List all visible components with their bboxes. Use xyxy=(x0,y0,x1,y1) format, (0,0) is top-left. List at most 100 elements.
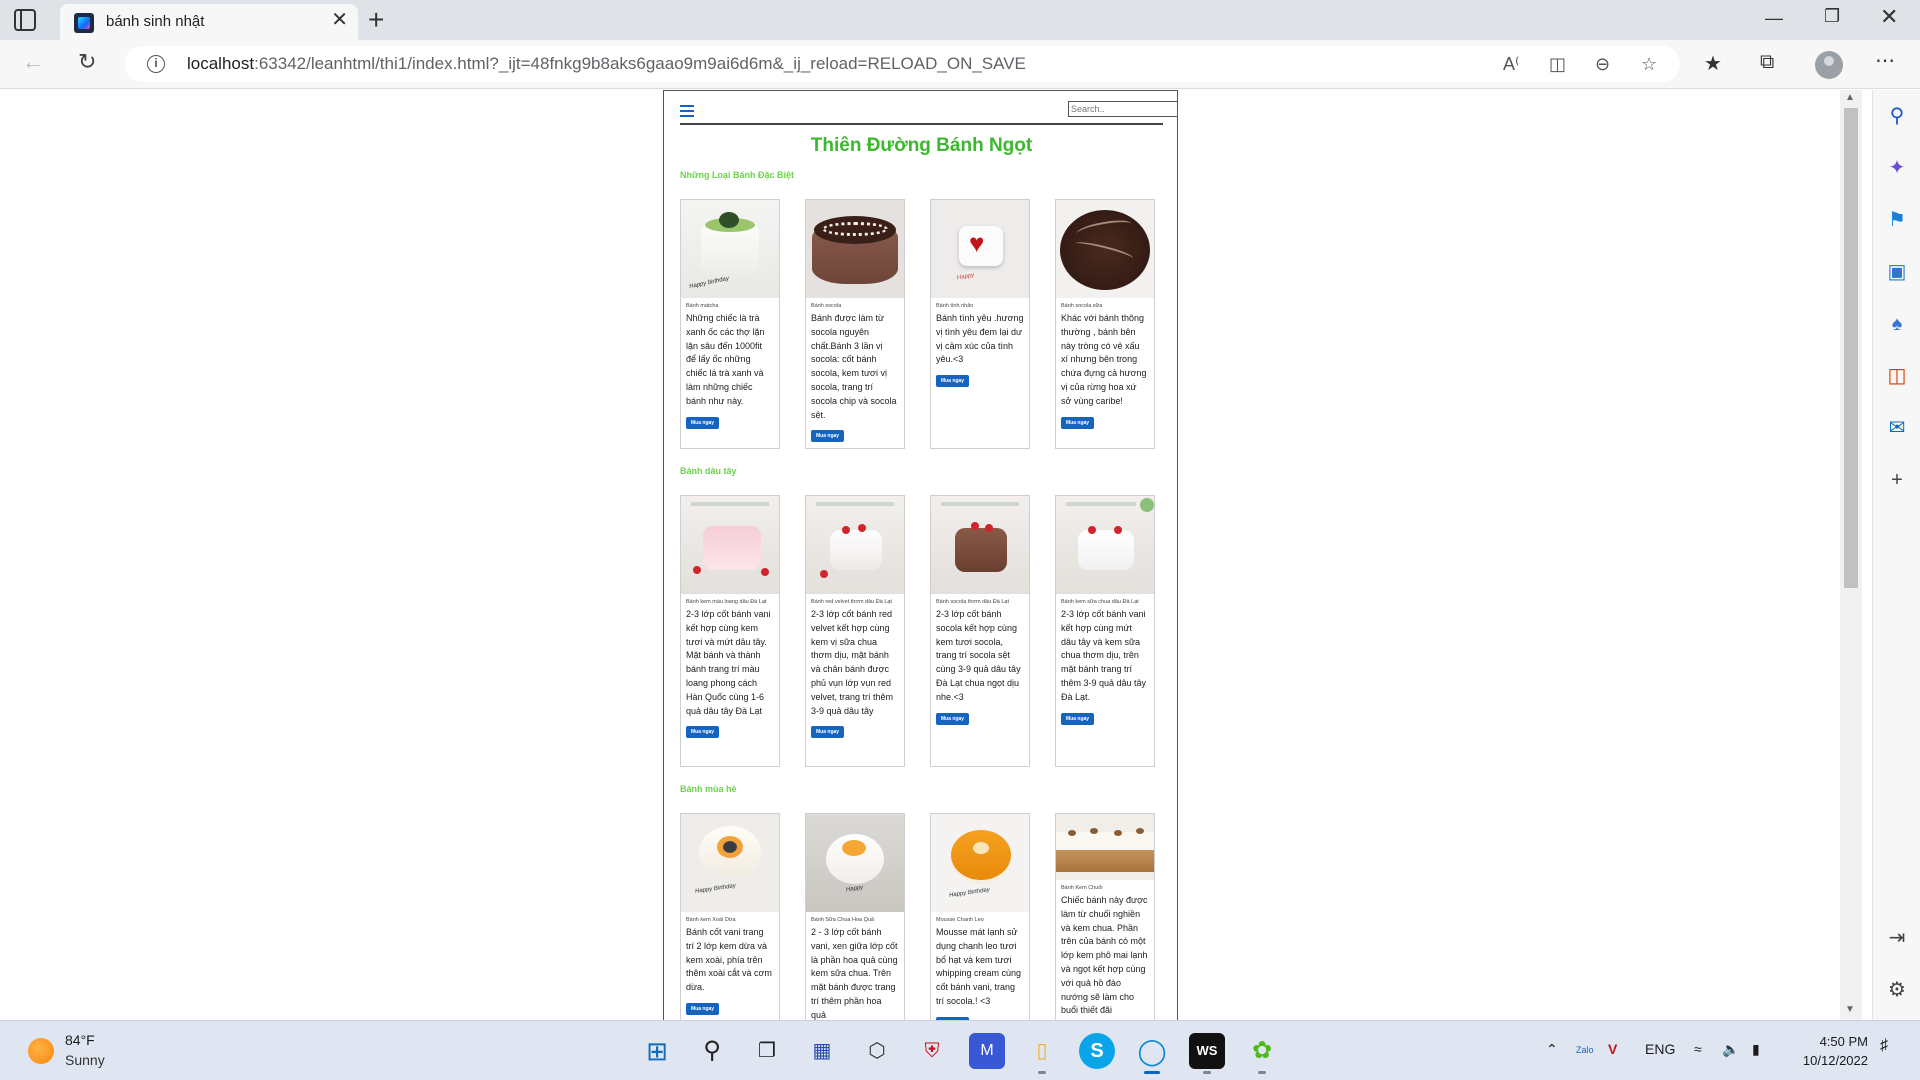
page-header xyxy=(680,101,1178,125)
tools-briefcase-icon[interactable]: ▣ xyxy=(1885,260,1909,284)
add-favorite-icon[interactable]: ☆ xyxy=(1641,54,1657,75)
office-icon[interactable]: ◫ xyxy=(1885,364,1909,388)
greenshot-icon[interactable]: ✿ xyxy=(1244,1033,1280,1074)
product-card: Bánh socola Bánh được làm từ socola nguy… xyxy=(805,199,905,449)
buy-now-button[interactable]: Mua ngay xyxy=(1061,416,1095,429)
card-name: Bánh kem Xoài Dừa xyxy=(686,917,736,923)
collections-icon[interactable]: ⧉ xyxy=(1760,51,1774,74)
chocolate-cake-image xyxy=(806,200,904,298)
browser-tab[interactable]: bánh sinh nhật ✕ xyxy=(60,4,358,40)
games-icon[interactable]: ♠ xyxy=(1885,312,1909,336)
buy-now-button[interactable]: Mua ngay xyxy=(686,726,720,739)
card-description: Những chiếc là trà xanh ốc các thợ lặn l… xyxy=(686,313,765,406)
card-description: 2-3 lớp cốt bánh vani kết hợp cùng kem t… xyxy=(686,609,771,716)
section-title: Bánh mùa hè xyxy=(680,784,737,794)
card-name: Bánh matcha xyxy=(686,303,719,309)
clock-date: 10/12/2022 xyxy=(1802,1053,1868,1068)
card-name: Bánh Kem Chuối xyxy=(1061,885,1103,891)
card-name: Bánh red velvet thơm dâu Đà Lạt xyxy=(811,599,892,605)
info-icon[interactable]: i xyxy=(147,55,165,73)
shopping-tag-icon[interactable]: ⚑ xyxy=(1885,208,1909,232)
close-tab-icon[interactable]: ✕ xyxy=(331,10,348,30)
buy-now-button[interactable]: Mua ngay xyxy=(686,416,720,429)
task-view-icon[interactable]: ❐ xyxy=(749,1033,785,1069)
new-tab-button[interactable]: + xyxy=(368,4,384,36)
product-card: Bánh kem sữa chua dâu Đà Lạt 2-3 lớp cốt… xyxy=(1055,495,1155,767)
search-input[interactable] xyxy=(1068,101,1178,117)
weather-condition[interactable]: Sunny xyxy=(65,1052,105,1068)
page-container: Thiên Đường Bánh Ngọt Những Loại Bánh Đặ… xyxy=(663,90,1178,1020)
edge-browser-icon[interactable]: ◯ xyxy=(1134,1033,1170,1074)
favorites-icon[interactable]: ★ xyxy=(1704,51,1722,76)
copilot-icon[interactable]: ✦ xyxy=(1885,156,1909,180)
buy-now-button[interactable]: Mua ngay xyxy=(936,375,970,388)
mcafee-tray-icon[interactable]: V xyxy=(1608,1041,1617,1057)
buy-now-button[interactable]: Mua ngay xyxy=(811,726,845,739)
browser-tab-bar: bánh sinh nhật ✕ + — ❐ ✕ xyxy=(0,0,1920,40)
buy-now-button[interactable]: Mua ngay xyxy=(811,430,845,443)
settings-gear-icon[interactable]: ⚙ xyxy=(1885,978,1909,1002)
read-aloud-icon[interactable]: A⁽ xyxy=(1503,54,1519,75)
wifi-icon[interactable]: ≈ xyxy=(1694,1041,1702,1057)
page-scrollbar[interactable]: ▲ ▼ xyxy=(1840,90,1862,1020)
taskbar-search-icon[interactable]: ⚲ xyxy=(694,1033,730,1069)
weather-temperature[interactable]: 84°F xyxy=(65,1032,95,1048)
product-card: Happy Bánh Sữa Chua Hoa Quả 2 - 3 lớp cố… xyxy=(805,813,905,1020)
scroll-down-icon[interactable]: ▼ xyxy=(1845,1004,1855,1015)
language-indicator[interactable]: ENG xyxy=(1645,1041,1675,1057)
buy-now-button[interactable]: Mua ngay xyxy=(936,712,970,725)
product-card: Happy birthday Bánh matcha Những chiếc l… xyxy=(680,199,780,449)
clock-time: 4:50 PM xyxy=(1819,1034,1868,1049)
immersive-reader-icon[interactable]: ◫ xyxy=(1549,54,1566,75)
url-text[interactable]: localhost:63342/leanhtml/thi1/index.html… xyxy=(187,54,1026,74)
card-description: Bánh cốt vani trang trí 2 lớp kem dừa và… xyxy=(686,927,772,993)
restore-icon[interactable]: ❐ xyxy=(1824,6,1840,27)
outlook-icon[interactable]: ✉ xyxy=(1885,416,1909,440)
refresh-icon[interactable]: ↻ xyxy=(78,49,96,75)
webstorm-icon[interactable]: WS xyxy=(1189,1033,1225,1074)
search-icon[interactable]: ⚲ xyxy=(1885,104,1909,128)
minimize-icon[interactable]: — xyxy=(1765,8,1783,29)
hamburger-menu-icon[interactable] xyxy=(680,105,694,117)
skype-icon[interactable]: S xyxy=(1079,1033,1115,1069)
visual-studio-app-icon[interactable]: M xyxy=(969,1033,1005,1069)
show-hidden-icons-icon[interactable]: ⌃ xyxy=(1546,1041,1558,1058)
matcha-cake-image: Happy birthday xyxy=(681,200,779,298)
close-window-icon[interactable]: ✕ xyxy=(1880,4,1898,30)
address-bar[interactable]: i localhost:63342/leanhtml/thi1/index.ht… xyxy=(125,46,1680,82)
more-options-icon[interactable]: ⋯ xyxy=(1875,48,1895,73)
scroll-thumb[interactable] xyxy=(1844,108,1858,588)
product-card: Bánh Kem Chuối Chiếc bánh này được làm t… xyxy=(1055,813,1155,1020)
site-title: Thiên Đường Bánh Ngọt xyxy=(810,135,1033,156)
volume-icon[interactable]: 🔈 xyxy=(1722,1041,1739,1058)
tab-actions-icon[interactable] xyxy=(14,9,36,31)
yogurt-strawberry-cake-image xyxy=(1056,496,1154,594)
banana-cake-image xyxy=(1056,814,1154,880)
zoom-out-icon[interactable]: ⊖ xyxy=(1595,54,1610,75)
unity-icon[interactable]: ⬡ xyxy=(859,1033,895,1069)
weather-sun-icon[interactable] xyxy=(28,1038,54,1064)
section-title: Những Loại Bánh Đặc Biệt xyxy=(680,170,795,180)
card-description: Mousse mát lạnh sử dụng chanh leo tươi b… xyxy=(936,927,1022,1006)
mcafee-icon[interactable]: ⛨ xyxy=(914,1033,950,1069)
system-clock[interactable]: 4:50 PM 10/12/2022 xyxy=(1778,1032,1868,1070)
file-explorer-icon[interactable]: ▯ xyxy=(1024,1033,1060,1074)
profile-avatar[interactable] xyxy=(1815,51,1843,79)
start-menu-icon[interactable]: ⊞ xyxy=(639,1033,675,1069)
buy-now-button[interactable]: Mua ngay xyxy=(686,1002,720,1015)
card-name: Bánh kem sữa chua dâu Đà Lạt xyxy=(1061,599,1139,605)
microsoft-store-icon[interactable]: ▦ xyxy=(804,1033,840,1069)
product-card: Happy Birthday Mousse Chanh Leo Mousse m… xyxy=(930,813,1030,1020)
notification-bell-icon[interactable]: ♯ xyxy=(1880,1037,1888,1055)
card-description: Khác với bánh thông thường , bánh bên nà… xyxy=(1061,313,1147,406)
back-arrow-icon[interactable]: ← xyxy=(22,49,44,75)
scroll-up-icon[interactable]: ▲ xyxy=(1845,92,1855,103)
sidebar-collapse-icon[interactable]: ⇥ xyxy=(1885,926,1909,950)
battery-icon[interactable]: ▮ xyxy=(1752,1041,1760,1058)
product-card: Bánh red velvet thơm dâu Đà Lạt 2-3 lớp … xyxy=(805,495,905,767)
buy-now-button[interactable]: Mua ngay xyxy=(1061,712,1095,725)
add-icon[interactable]: + xyxy=(1885,468,1909,492)
zalo-tray-icon[interactable]: Zalo xyxy=(1576,1045,1594,1055)
page-viewport: Thiên Đường Bánh Ngọt Những Loại Bánh Đặ… xyxy=(0,90,1840,1020)
red-velvet-cake-image xyxy=(806,496,904,594)
